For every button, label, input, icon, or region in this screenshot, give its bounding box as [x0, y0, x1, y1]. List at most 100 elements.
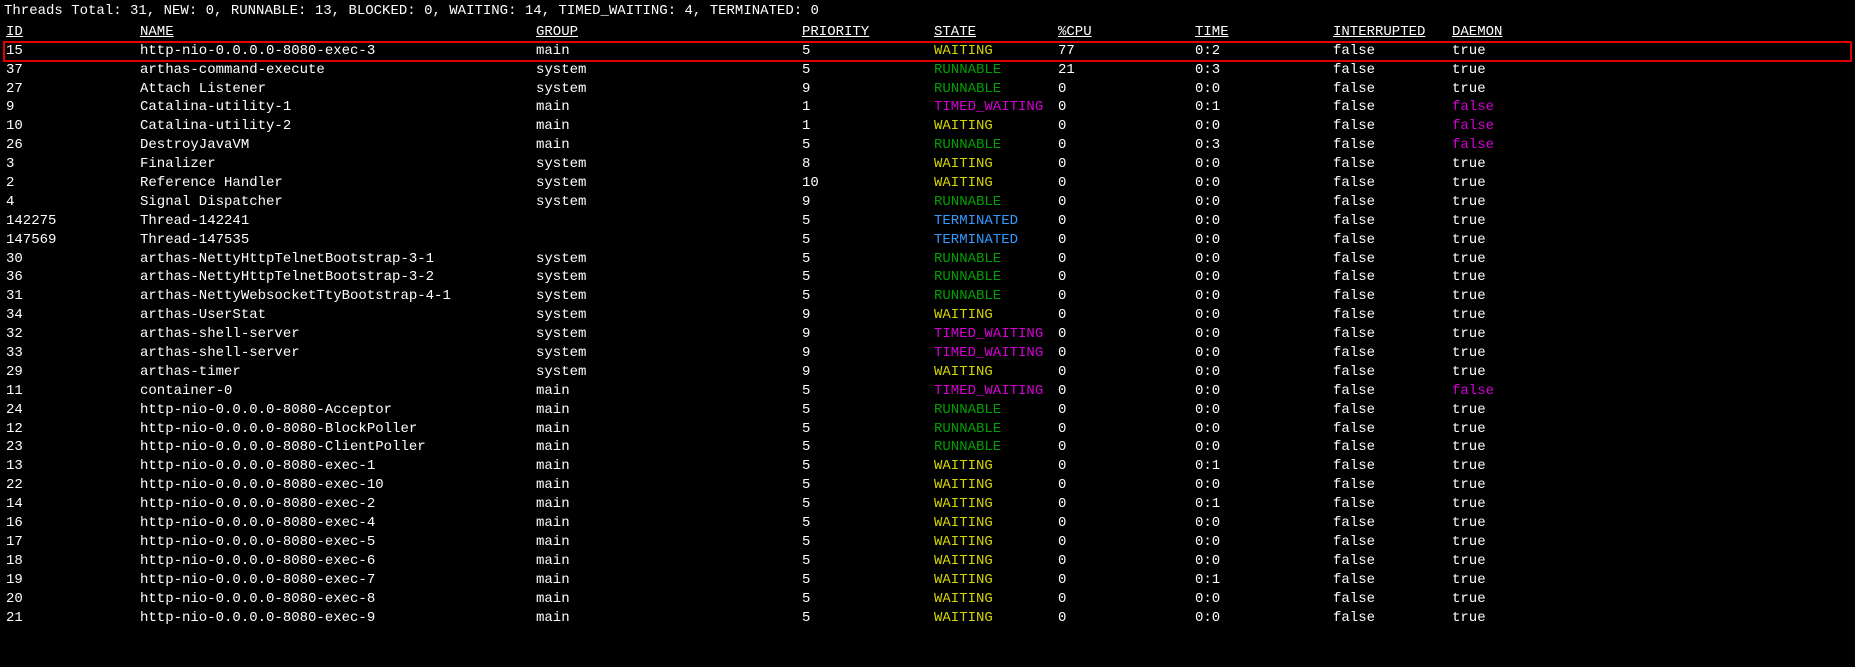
cell-interrupted: false [1331, 382, 1450, 401]
thread-row[interactable]: 17http-nio-0.0.0.0-8080-exec-5main5WAITI… [4, 533, 1851, 552]
thread-row[interactable]: 20http-nio-0.0.0.0-8080-exec-8main5WAITI… [4, 590, 1851, 609]
thread-row[interactable]: 3Finalizersystem8WAITING00:0falsetrue [4, 155, 1851, 174]
thread-row[interactable]: 9Catalina-utility-1main1TIMED_WAITING00:… [4, 98, 1851, 117]
thread-row[interactable]: 13http-nio-0.0.0.0-8080-exec-1main5WAITI… [4, 457, 1851, 476]
cell-state: RUNNABLE [932, 80, 1056, 99]
cell-cpu: 0 [1056, 552, 1193, 571]
cell-group: main [534, 136, 800, 155]
thread-row[interactable]: 15http-nio-0.0.0.0-8080-exec-3main5WAITI… [4, 42, 1851, 61]
cell-state: RUNNABLE [932, 250, 1056, 269]
cell-priority: 9 [800, 80, 932, 99]
thread-row[interactable]: 10Catalina-utility-2main1WAITING00:0fals… [4, 117, 1851, 136]
thread-row[interactable]: 19http-nio-0.0.0.0-8080-exec-7main5WAITI… [4, 571, 1851, 590]
cell-name: arthas-shell-server [138, 344, 534, 363]
cell-interrupted: false [1331, 552, 1450, 571]
col-time: TIME [1193, 23, 1331, 42]
cell-daemon: true [1450, 155, 1851, 174]
cell-group: system [534, 363, 800, 382]
cell-priority: 5 [800, 495, 932, 514]
thread-row[interactable]: 37arthas-command-executesystem5RUNNABLE2… [4, 61, 1851, 80]
thread-row[interactable]: 4Signal Dispatchersystem9RUNNABLE00:0fal… [4, 193, 1851, 212]
cell-cpu: 0 [1056, 250, 1193, 269]
thread-row[interactable]: 11container-0main5TIMED_WAITING00:0false… [4, 382, 1851, 401]
thread-row[interactable]: 33arthas-shell-serversystem9TIMED_WAITIN… [4, 344, 1851, 363]
cell-state: WAITING [932, 306, 1056, 325]
cell-time: 0:1 [1193, 98, 1331, 117]
thread-row[interactable]: 2Reference Handlersystem10WAITING00:0fal… [4, 174, 1851, 193]
thread-row[interactable]: 142275Thread-1422415TERMINATED00:0falset… [4, 212, 1851, 231]
cell-name: arthas-NettyWebsocketTtyBootstrap-4-1 [138, 287, 534, 306]
cell-time: 0:3 [1193, 61, 1331, 80]
thread-row[interactable]: 22http-nio-0.0.0.0-8080-exec-10main5WAIT… [4, 476, 1851, 495]
cell-interrupted: false [1331, 98, 1450, 117]
cell-interrupted: false [1331, 457, 1450, 476]
cell-daemon: true [1450, 306, 1851, 325]
cell-time: 0:0 [1193, 268, 1331, 287]
cell-name: Finalizer [138, 155, 534, 174]
thread-row[interactable]: 36arthas-NettyHttpTelnetBootstrap-3-2sys… [4, 268, 1851, 287]
thread-row[interactable]: 32arthas-shell-serversystem9TIMED_WAITIN… [4, 325, 1851, 344]
thread-row[interactable]: 23http-nio-0.0.0.0-8080-ClientPollermain… [4, 438, 1851, 457]
cell-interrupted: false [1331, 155, 1450, 174]
cell-interrupted: false [1331, 268, 1450, 287]
cell-cpu: 0 [1056, 382, 1193, 401]
thread-row[interactable]: 29arthas-timersystem9WAITING00:0falsetru… [4, 363, 1851, 382]
cell-priority: 5 [800, 552, 932, 571]
thread-row[interactable]: 16http-nio-0.0.0.0-8080-exec-4main5WAITI… [4, 514, 1851, 533]
thread-row[interactable]: 18http-nio-0.0.0.0-8080-exec-6main5WAITI… [4, 552, 1851, 571]
thread-row[interactable]: 26DestroyJavaVMmain5RUNNABLE00:3falsefal… [4, 136, 1851, 155]
thread-row[interactable]: 31arthas-NettyWebsocketTtyBootstrap-4-1s… [4, 287, 1851, 306]
cell-cpu: 0 [1056, 438, 1193, 457]
thread-row[interactable]: 24http-nio-0.0.0.0-8080-Acceptormain5RUN… [4, 401, 1851, 420]
cell-group: main [534, 98, 800, 117]
cell-time: 0:3 [1193, 136, 1331, 155]
cell-interrupted: false [1331, 80, 1450, 99]
cell-daemon: true [1450, 590, 1851, 609]
thread-table: ID NAME GROUP PRIORITY STATE %CPU TIME I… [4, 23, 1851, 628]
cell-id: 20 [4, 590, 138, 609]
cell-time: 0:0 [1193, 514, 1331, 533]
cell-name: http-nio-0.0.0.0-8080-exec-9 [138, 609, 534, 628]
cell-time: 0:0 [1193, 231, 1331, 250]
cell-daemon: true [1450, 250, 1851, 269]
cell-interrupted: false [1331, 401, 1450, 420]
cell-priority: 5 [800, 42, 932, 61]
cell-time: 0:0 [1193, 117, 1331, 136]
cell-name: http-nio-0.0.0.0-8080-exec-5 [138, 533, 534, 552]
cell-daemon: false [1450, 136, 1851, 155]
cell-interrupted: false [1331, 250, 1450, 269]
thread-row[interactable]: 21http-nio-0.0.0.0-8080-exec-9main5WAITI… [4, 609, 1851, 628]
cell-id: 13 [4, 457, 138, 476]
col-interrupted: INTERRUPTED [1331, 23, 1450, 42]
cell-id: 30 [4, 250, 138, 269]
cell-group [534, 231, 800, 250]
thread-row[interactable]: 34arthas-UserStatsystem9WAITING00:0false… [4, 306, 1851, 325]
cell-name: http-nio-0.0.0.0-8080-BlockPoller [138, 420, 534, 439]
thread-row[interactable]: 147569Thread-1475355TERMINATED00:0falset… [4, 231, 1851, 250]
cell-cpu: 0 [1056, 420, 1193, 439]
cell-state: WAITING [932, 155, 1056, 174]
cell-id: 33 [4, 344, 138, 363]
cell-cpu: 0 [1056, 514, 1193, 533]
cell-name: http-nio-0.0.0.0-8080-ClientPoller [138, 438, 534, 457]
cell-state: WAITING [932, 117, 1056, 136]
cell-name: arthas-NettyHttpTelnetBootstrap-3-1 [138, 250, 534, 269]
cell-daemon: true [1450, 231, 1851, 250]
thread-row[interactable]: 14http-nio-0.0.0.0-8080-exec-2main5WAITI… [4, 495, 1851, 514]
cell-interrupted: false [1331, 42, 1450, 61]
cell-priority: 5 [800, 590, 932, 609]
cell-cpu: 0 [1056, 344, 1193, 363]
thread-row[interactable]: 27Attach Listenersystem9RUNNABLE00:0fals… [4, 80, 1851, 99]
cell-group: main [534, 420, 800, 439]
cell-interrupted: false [1331, 61, 1450, 80]
thread-row[interactable]: 30arthas-NettyHttpTelnetBootstrap-3-1sys… [4, 250, 1851, 269]
thread-row[interactable]: 12http-nio-0.0.0.0-8080-BlockPollermain5… [4, 420, 1851, 439]
cell-name: Signal Dispatcher [138, 193, 534, 212]
cell-daemon: true [1450, 533, 1851, 552]
cell-group: main [534, 457, 800, 476]
cell-daemon: true [1450, 363, 1851, 382]
cell-name: arthas-shell-server [138, 325, 534, 344]
cell-name: http-nio-0.0.0.0-8080-exec-4 [138, 514, 534, 533]
cell-id: 2 [4, 174, 138, 193]
cell-time: 0:0 [1193, 401, 1331, 420]
